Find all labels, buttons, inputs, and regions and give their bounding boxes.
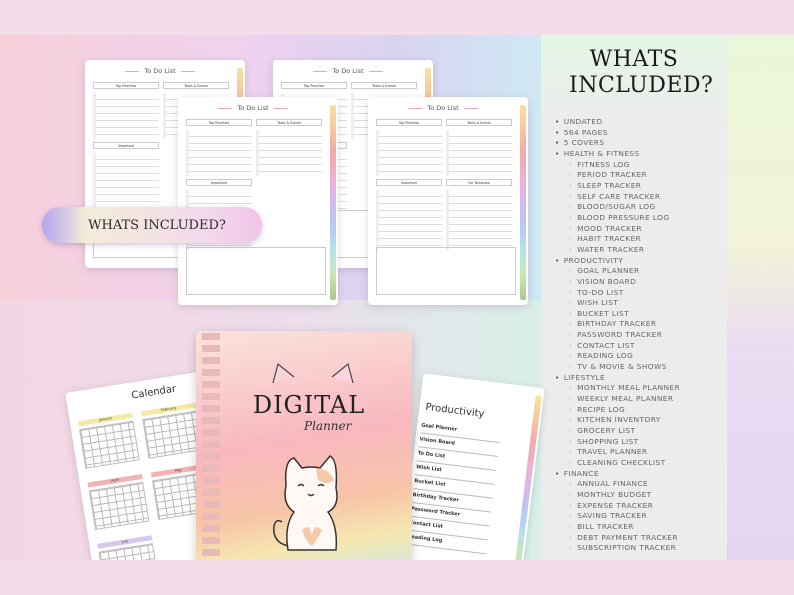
color-tabs bbox=[520, 105, 526, 300]
todo-page: To Do List Top Priorities Tasks & Events… bbox=[178, 97, 338, 305]
calendar-title: Calendar bbox=[130, 383, 177, 402]
included-subitem: SELF CARE TRACKER bbox=[555, 192, 680, 203]
todo-page: To Do List Top Priorities Tasks & Events… bbox=[368, 97, 528, 305]
included-subitem: WEEKLY MEAL PLANNER bbox=[555, 394, 680, 405]
included-subitem: GROCERY LIST bbox=[555, 426, 680, 437]
included-category: LIFESTYLE bbox=[555, 373, 680, 384]
included-subitem: VISION BOARD bbox=[555, 277, 680, 288]
included-panel: WHATS INCLUDED? UNDATED564 PAGES5 COVERS… bbox=[541, 35, 727, 560]
todo-title: To Do List bbox=[85, 67, 235, 75]
included-subitem: READING LOG bbox=[555, 351, 680, 362]
included-subitem: FITNESS LOG bbox=[555, 160, 680, 171]
included-subitem: PASSWORD TRACKER bbox=[555, 330, 680, 341]
section-label: For Tomorrow bbox=[446, 179, 512, 186]
section-label: Tasks & Events bbox=[163, 82, 229, 89]
todo-title: To Do List bbox=[273, 67, 423, 75]
included-category: HEALTH & FITNESS bbox=[555, 149, 680, 160]
section-label: Important bbox=[376, 179, 442, 186]
section-label: Tasks & Events bbox=[351, 82, 417, 89]
cat-illustration-icon bbox=[273, 455, 338, 551]
spiral-binding bbox=[202, 333, 220, 560]
section-label: Top Priorities bbox=[376, 119, 442, 126]
included-subitem: WISH LIST bbox=[555, 298, 680, 309]
notes-box bbox=[376, 247, 516, 295]
included-subitem: BLOOD/SUGAR LOG bbox=[555, 202, 680, 213]
included-subitem: TRAVEL PLANNER bbox=[555, 447, 680, 458]
included-category: 5 COVERS bbox=[555, 138, 680, 149]
section-label: Top Priorities bbox=[281, 82, 347, 89]
included-subitem: CONTACT LIST bbox=[555, 341, 680, 352]
todo-title: To Do List bbox=[368, 104, 518, 112]
cover-subtitle: Planner bbox=[304, 419, 352, 433]
included-subitem: TV & MOVIE & SHOWS bbox=[555, 362, 680, 373]
included-subitem: KITCHEN INVENTORY bbox=[555, 415, 680, 426]
notes-box bbox=[186, 247, 326, 295]
included-subitem: CLEANING CHECKLIST bbox=[555, 458, 680, 469]
included-subitem: GOAL PLANNER bbox=[555, 266, 680, 277]
cat-ears-icon bbox=[272, 362, 354, 384]
section-label: Top Priorities bbox=[93, 82, 159, 89]
section-label: Tasks & Events bbox=[446, 119, 512, 126]
included-category: UNDATED bbox=[555, 117, 680, 128]
section-label: Important bbox=[186, 179, 252, 186]
productivity-page: Productivity Goal Planner Vision Board T… bbox=[397, 373, 545, 560]
included-subitem: BILL TRACKER bbox=[555, 522, 680, 533]
included-category: PRODUCTIVITY bbox=[555, 256, 680, 267]
section-label: Tasks & Events bbox=[256, 119, 322, 126]
included-list: UNDATED564 PAGES5 COVERSHEALTH & FITNESS… bbox=[555, 117, 680, 554]
included-subitem: HABIT TRACKER bbox=[555, 234, 680, 245]
whats-included-badge: WHATS INCLUDED? bbox=[42, 207, 262, 243]
section-label: Top Priorities bbox=[186, 119, 252, 126]
planner-cover: DIGITAL Planner bbox=[196, 331, 412, 560]
section-label: Important bbox=[93, 142, 159, 149]
color-tabs bbox=[330, 105, 336, 300]
included-category: 564 PAGES bbox=[555, 128, 680, 139]
included-subitem: BUCKET LIST bbox=[555, 309, 680, 320]
included-subitem: SLEEP TRACKER bbox=[555, 181, 680, 192]
included-category: FINANCE bbox=[555, 469, 680, 480]
included-subitem: EXPENSE TRACKER bbox=[555, 501, 680, 512]
included-subitem: MOOD TRACKER bbox=[555, 224, 680, 235]
productivity-title: Productivity bbox=[424, 401, 485, 421]
included-subitem: ANNUAL FINANCE bbox=[555, 479, 680, 490]
included-subitem: BIRTHDAY TRACKER bbox=[555, 319, 680, 330]
color-tabs bbox=[512, 395, 542, 560]
included-subitem: SAVING TRACKER bbox=[555, 511, 680, 522]
included-subitem: SUBSCRIPTION TRACKER bbox=[555, 543, 680, 554]
badge-label: WHATS INCLUDED? bbox=[88, 217, 226, 233]
included-subitem: SHOPPING LIST bbox=[555, 437, 680, 448]
included-subitem: DEBT PAYMENT TRACKER bbox=[555, 533, 680, 544]
panel-title: WHATS INCLUDED? bbox=[569, 47, 714, 98]
todo-title: To Do List bbox=[178, 104, 328, 112]
included-subitem: BLOOD PRESSURE LOG bbox=[555, 213, 680, 224]
included-subitem: PERIOD TRACKER bbox=[555, 170, 680, 181]
included-subitem: MONTHLY BUDGET bbox=[555, 490, 680, 501]
included-subitem: TO-DO LIST bbox=[555, 288, 680, 299]
included-subitem: WATER TRACKER bbox=[555, 245, 680, 256]
included-subitem: MONTHLY MEAL PLANNER bbox=[555, 383, 680, 394]
included-subitem: RECIPE LOG bbox=[555, 405, 680, 416]
pastel-strip bbox=[727, 35, 794, 560]
cover-title: DIGITAL bbox=[252, 391, 366, 419]
